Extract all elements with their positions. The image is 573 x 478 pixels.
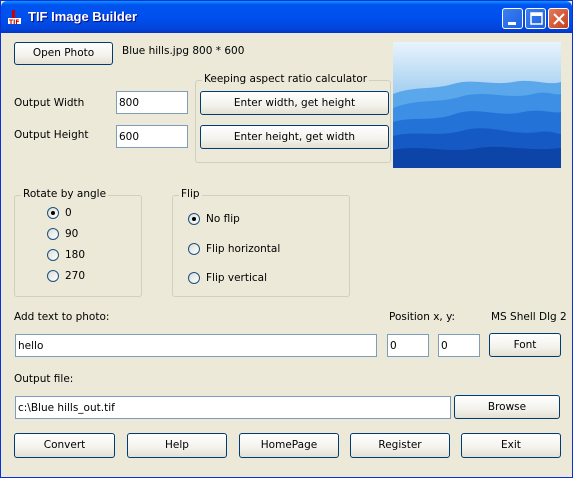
output-width-label: Output Width [14,97,85,109]
height-get-width-button[interactable]: Enter height, get width [200,125,389,149]
height-get-width-label: Enter height, get width [233,131,356,143]
radio-dot [188,272,200,284]
photo-info: Blue hills.jpg 800 * 600 [122,45,245,57]
flip-horizontal-label: Flip horizontal [206,243,281,255]
radio-dot [47,270,59,282]
register-button[interactable]: Register [350,433,450,458]
rotate-270-label: 270 [65,270,86,282]
aspect-ratio-legend: Keeping aspect ratio calculator [202,73,370,85]
homepage-button-label: HomePage [260,439,318,451]
add-text-label: Add text to photo: [14,311,110,323]
title-bar[interactable]: TIF TIF Image Builder [1,1,572,33]
close-button[interactable] [548,8,569,29]
minimize-button[interactable] [502,8,523,29]
position-y-input[interactable] [438,334,480,357]
rotate-180-radio[interactable]: 180 [47,249,85,261]
rotate-180-label: 180 [65,249,86,261]
no-flip-radio[interactable]: No flip [188,213,240,225]
position-x-input[interactable] [387,334,429,357]
flip-legend: Flip [179,188,202,200]
width-get-height-button[interactable]: Enter width, get height [200,91,389,115]
help-button[interactable]: Help [127,433,227,458]
rotate-0-label: 0 [65,207,72,219]
exit-button-label: Exit [501,439,521,451]
radio-dot [47,207,59,219]
open-photo-button[interactable]: Open Photo [14,42,113,65]
tif-app-icon: TIF [8,10,21,25]
font-name-label: MS Shell Dlg 2 [491,311,567,323]
rotate-90-label: 90 [65,228,79,240]
flip-vertical-radio[interactable]: Flip vertical [188,272,267,284]
photo-preview [393,42,561,168]
font-button[interactable]: Font [489,333,561,357]
help-button-label: Help [165,439,189,451]
homepage-button[interactable]: HomePage [239,433,339,458]
output-file-label: Output file: [14,373,74,385]
no-flip-label: No flip [206,213,240,225]
app-window: TIF TIF Image Builder Open Photo Blue hi… [0,0,573,478]
output-width-input[interactable] [116,91,188,114]
exit-button[interactable]: Exit [461,433,561,458]
photo-text-input[interactable] [15,334,377,357]
browse-button[interactable]: Browse [454,395,560,419]
radio-dot [47,249,59,261]
maximize-icon [530,12,543,25]
svg-text:TIF: TIF [9,19,19,25]
width-get-height-label: Enter width, get height [233,97,356,109]
output-height-label: Output Height [14,129,89,141]
minimize-icon [508,22,516,25]
rotate-legend: Rotate by angle [21,188,109,200]
rotate-90-radio[interactable]: 90 [47,228,78,240]
output-file-input[interactable] [15,396,451,419]
rotate-270-radio[interactable]: 270 [47,270,85,282]
close-icon [553,13,565,25]
rotate-0-radio[interactable]: 0 [47,207,72,219]
radio-dot [188,213,200,225]
radio-dot [188,243,200,255]
flip-vertical-label: Flip vertical [206,272,268,284]
maximize-button[interactable] [525,8,546,29]
radio-dot [47,228,59,240]
register-button-label: Register [378,439,422,451]
font-button-label: Font [513,339,537,351]
position-label: Position x, y: [389,311,456,323]
convert-button-label: Convert [43,439,86,451]
window-title: TIF Image Builder [28,9,138,24]
convert-button[interactable]: Convert [14,433,115,458]
flip-horizontal-radio[interactable]: Flip horizontal [188,243,280,255]
output-height-input[interactable] [116,125,188,148]
open-photo-label: Open Photo [32,47,95,59]
browse-button-label: Browse [487,401,527,413]
